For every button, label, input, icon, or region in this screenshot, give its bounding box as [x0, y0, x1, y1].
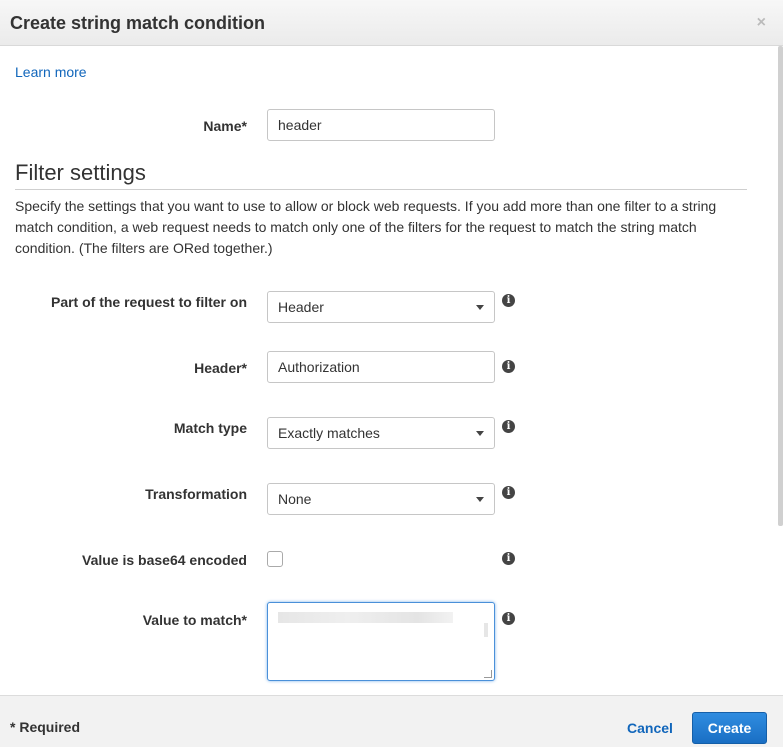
info-icon[interactable]: i — [502, 360, 515, 373]
match-type-select[interactable]: Exactly matches — [267, 417, 495, 449]
name-input[interactable]: header — [267, 109, 495, 141]
filter-settings-title: Filter settings — [15, 160, 146, 185]
info-icon[interactable]: i — [502, 612, 515, 625]
transformation-value: None — [278, 491, 312, 507]
value-to-match-textarea[interactable] — [267, 602, 495, 681]
match-type-value: Exactly matches — [278, 425, 380, 441]
match-type-label: Match type — [173, 420, 247, 436]
chevron-down-icon — [476, 497, 484, 502]
info-icon[interactable]: i — [502, 420, 515, 433]
scrollbar[interactable] — [778, 46, 783, 526]
header-input[interactable]: Authorization — [267, 351, 495, 383]
header-label: Header* — [194, 360, 247, 376]
create-string-match-dialog: Create string match condition × Learn mo… — [0, 0, 783, 747]
redacted-value — [484, 623, 488, 637]
close-icon[interactable]: × — [757, 15, 766, 31]
part-of-request-value: Header — [278, 299, 324, 315]
transformation-label: Transformation — [145, 486, 247, 502]
dialog-header: Create string match condition × — [0, 0, 783, 46]
dialog-body[interactable]: Learn more Name* header Filter settings … — [0, 46, 778, 695]
cancel-button[interactable]: Cancel — [627, 720, 673, 736]
redacted-value — [278, 612, 453, 623]
transformation-select[interactable]: None — [267, 483, 495, 515]
learn-more-link[interactable]: Learn more — [15, 64, 87, 80]
value-to-match-label: Value to match* — [142, 612, 247, 628]
base64-label: Value is base64 encoded — [82, 552, 247, 568]
intro-text-clipped — [15, 46, 715, 54]
info-icon[interactable]: i — [502, 552, 515, 565]
name-label: Name* — [203, 118, 247, 134]
create-button[interactable]: Create — [692, 712, 767, 744]
info-icon[interactable]: i — [502, 294, 515, 307]
required-note: * Required — [10, 719, 81, 735]
section-divider — [15, 189, 747, 190]
chevron-down-icon — [476, 431, 484, 436]
dialog-title: Create string match condition — [10, 13, 266, 33]
part-of-request-label: Part of the request to filter on — [50, 294, 247, 310]
base64-checkbox[interactable] — [267, 551, 283, 567]
dialog-footer: * Required Cancel Create — [0, 695, 783, 747]
part-of-request-select[interactable]: Header — [267, 291, 495, 323]
resize-handle-icon[interactable] — [484, 670, 492, 678]
chevron-down-icon — [476, 305, 484, 310]
filter-settings-description: Specify the settings that you want to us… — [15, 198, 717, 256]
info-icon[interactable]: i — [502, 486, 515, 499]
